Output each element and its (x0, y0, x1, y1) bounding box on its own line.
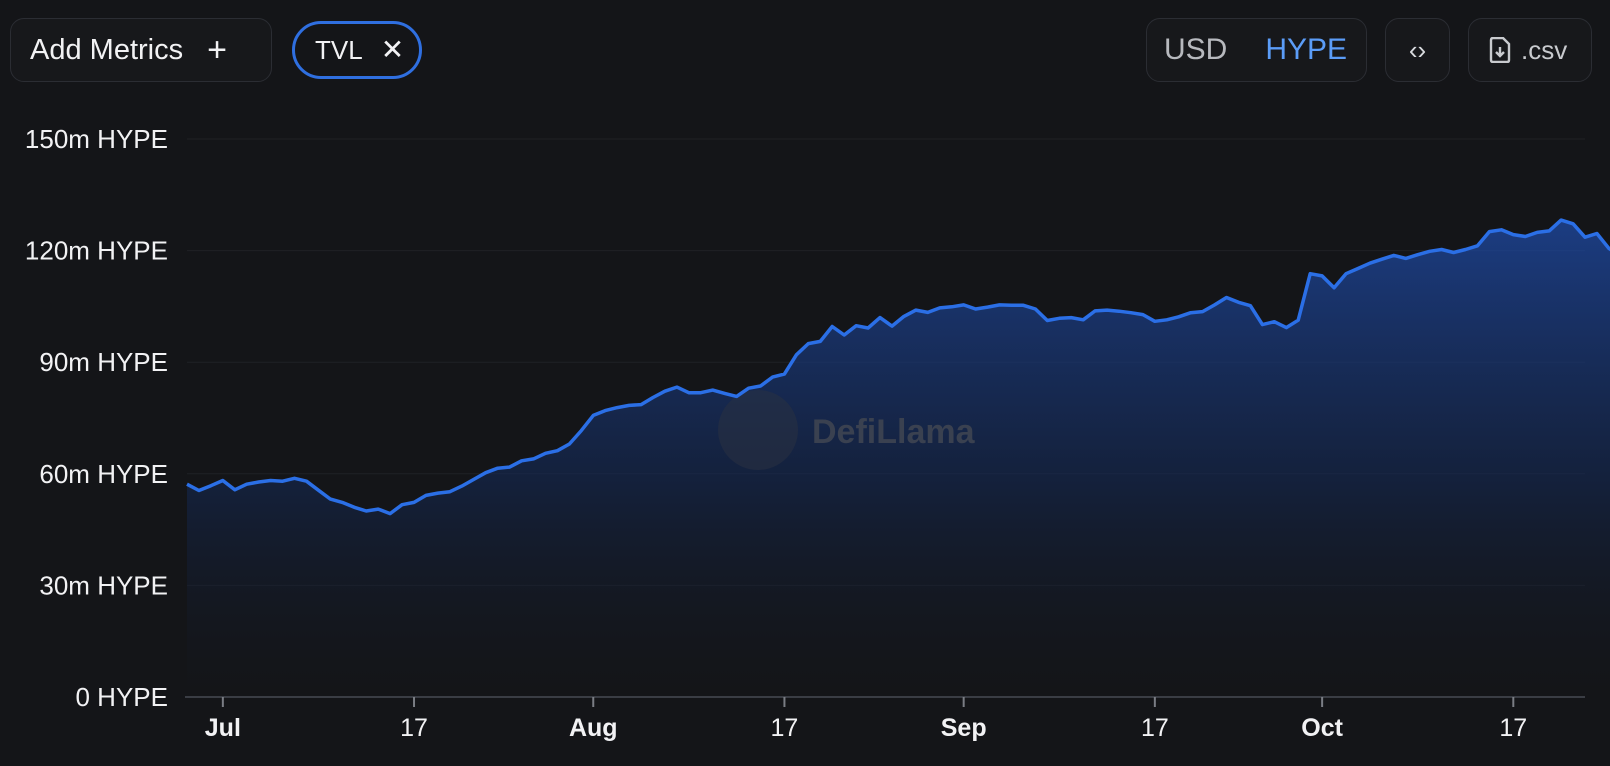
x-tick-label: Oct (1301, 714, 1343, 742)
y-tick-label: 150m HYPE (25, 124, 168, 154)
x-tick-label: 17 (400, 714, 428, 742)
y-tick-label: 120m HYPE (25, 236, 168, 266)
x-tick-label: Jul (205, 714, 241, 742)
y-tick-label: 30m HYPE (39, 570, 168, 600)
tvl-area-fill (187, 220, 1610, 697)
x-tick-label: 17 (771, 714, 799, 742)
x-tick-label: 17 (1141, 714, 1169, 742)
x-tick-label: Sep (941, 714, 987, 742)
y-tick-label: 0 HYPE (76, 682, 169, 712)
x-tick-label: Aug (569, 714, 618, 742)
y-tick-label: 90m HYPE (39, 347, 168, 377)
x-tick-label: 17 (1499, 714, 1527, 742)
watermark-text: DefiLlama (812, 413, 976, 451)
y-tick-label: 60m HYPE (39, 459, 168, 489)
tvl-chart: DefiLlama 0 HYPE 30m HYPE 60m HYPE 90m HYPE… (25, 124, 1610, 742)
defillama-logo (718, 390, 798, 470)
